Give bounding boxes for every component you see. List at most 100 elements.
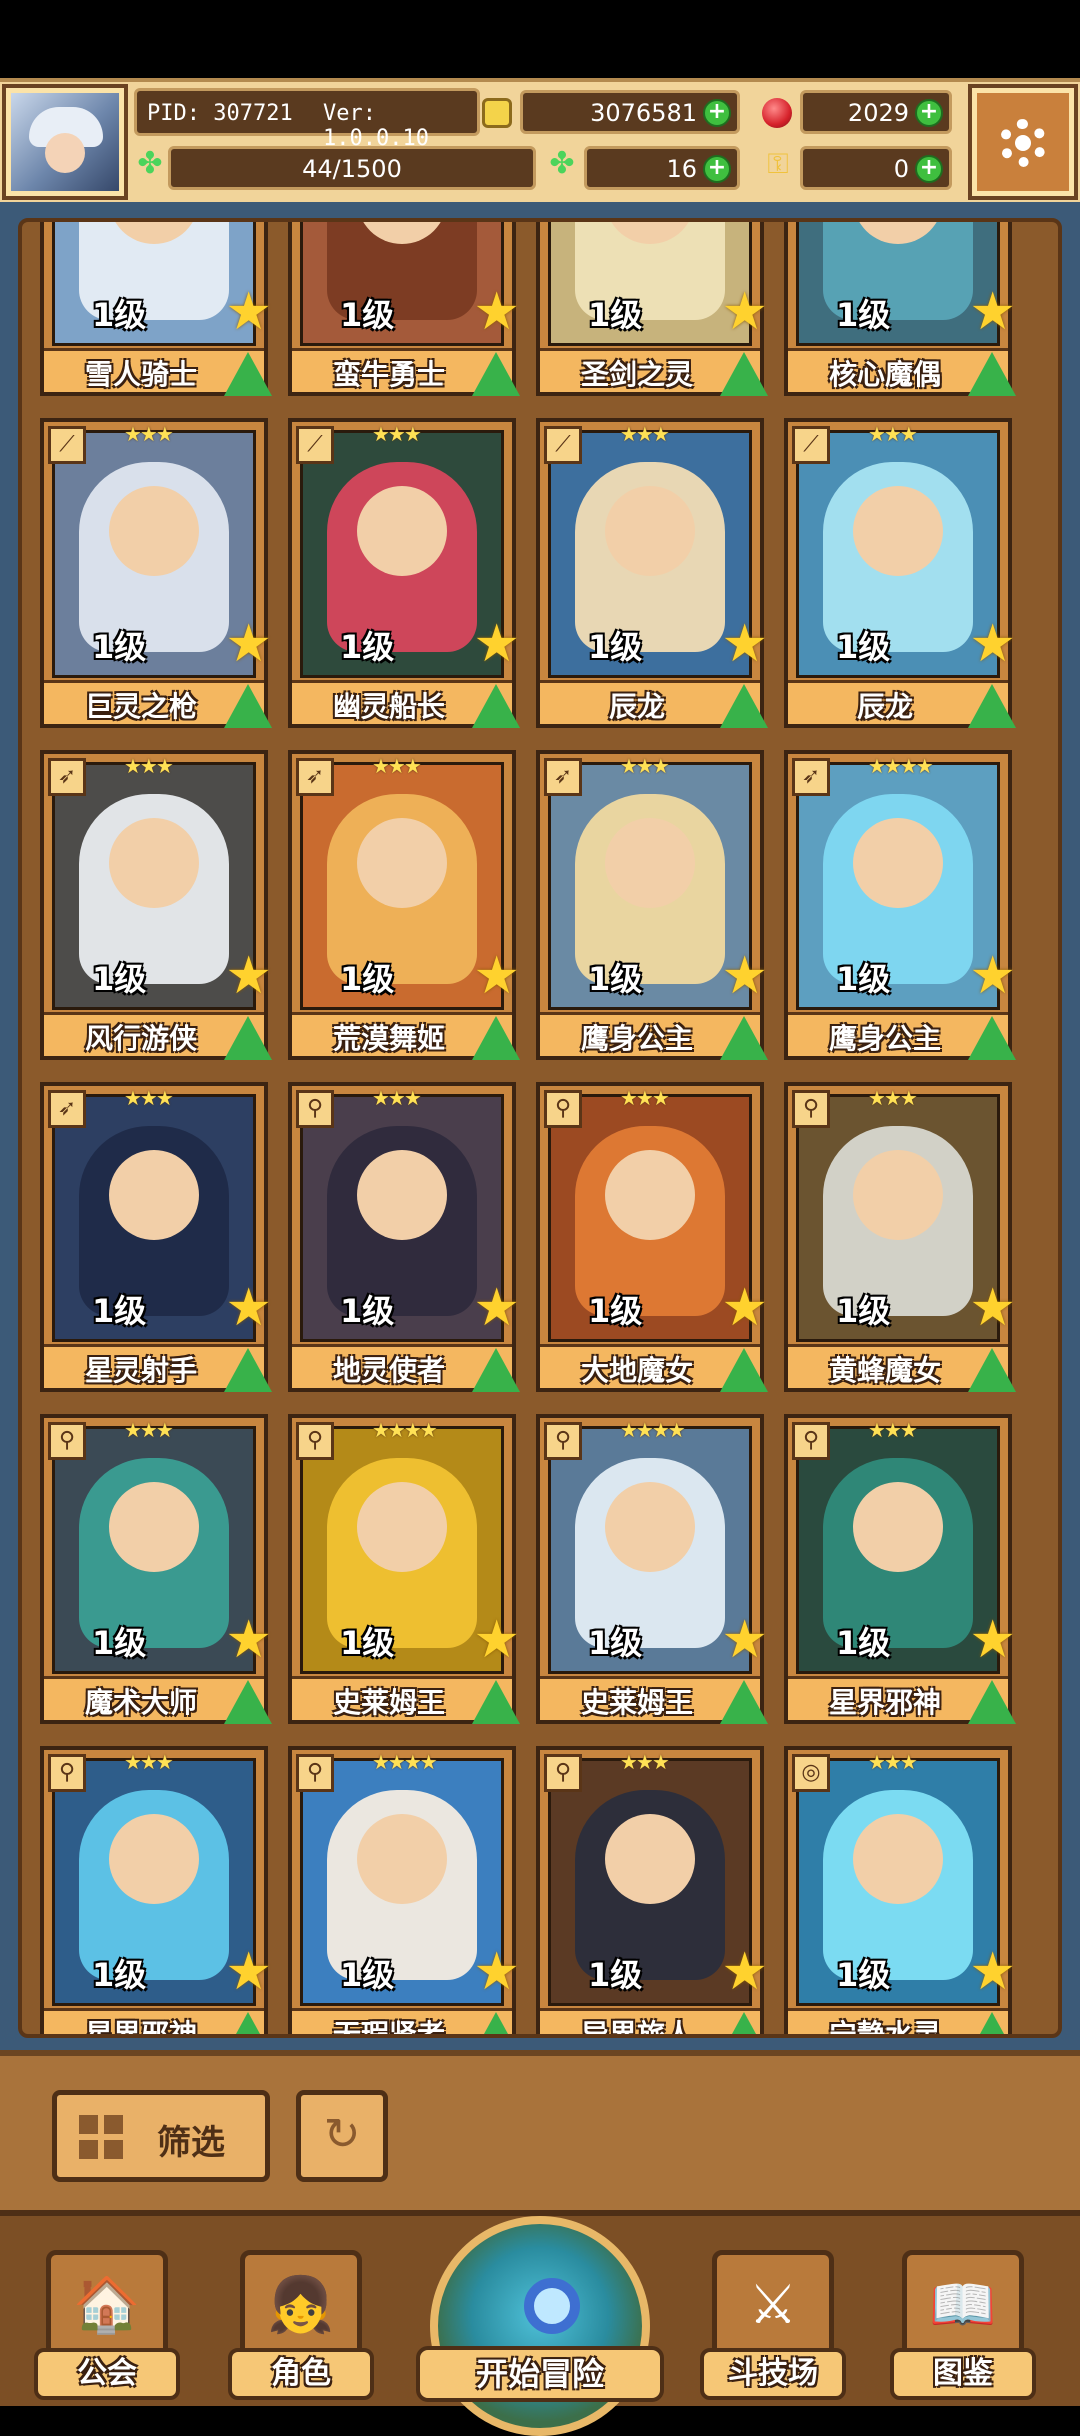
character-card[interactable]: ⚲ ★★★★ 1级 ★ 史莱姆王 (536, 1414, 768, 1724)
star-upgrade-icon[interactable]: ★ (721, 1282, 768, 1334)
star-upgrade-icon[interactable]: ★ (969, 1282, 1016, 1334)
crossed-swords-icon: ⚔ (712, 2250, 834, 2360)
level-up-icon[interactable] (720, 1348, 768, 1392)
clover-plus-button[interactable]: + (703, 155, 731, 183)
level-up-icon[interactable] (968, 352, 1016, 396)
character-card[interactable]: ➶ ★★★ 1级 ★ 风行游侠 (40, 750, 272, 1060)
character-card[interactable]: ➶ ★★★ 1级 ★ 荒漠舞姬 (288, 750, 520, 1060)
level-up-icon[interactable] (472, 2012, 520, 2034)
character-card[interactable]: ➶ ★★★★ 1级 ★ 鹰身公主 (784, 750, 1016, 1060)
level-up-icon[interactable] (720, 2012, 768, 2034)
level-up-icon[interactable] (224, 684, 272, 728)
star-upgrade-icon[interactable]: ★ (225, 1614, 272, 1666)
character-card[interactable]: ◎ ★★★ 1级 ★ 宁静水灵 (784, 1746, 1016, 2034)
player-avatar[interactable] (2, 84, 128, 200)
star-upgrade-icon[interactable]: ★ (721, 1946, 768, 1998)
star-upgrade-icon[interactable]: ★ (969, 950, 1016, 1002)
nav-arena-label: 斗技场 (700, 2348, 846, 2400)
star-upgrade-icon[interactable]: ★ (473, 1946, 520, 1998)
star-upgrade-icon[interactable]: ★ (473, 286, 520, 338)
refresh-button[interactable]: ↻ (296, 2090, 388, 2182)
portrait-face (605, 1814, 695, 1905)
rarity-stars: ★★★ (620, 1086, 670, 1110)
character-card[interactable]: ⟋ ★★★ 1级 ★ 辰龙 (784, 418, 1016, 728)
level-up-icon[interactable] (224, 2012, 272, 2034)
star-upgrade-icon[interactable]: ★ (721, 286, 768, 338)
character-name: 蛮牛勇士 (332, 358, 445, 391)
character-card[interactable]: ⚔★★★1级★蛮牛勇士 (288, 222, 520, 396)
character-card[interactable]: ⟋★★★1级★雪人骑士 (40, 222, 272, 396)
level-up-icon[interactable] (224, 1348, 272, 1392)
level-up-icon[interactable] (472, 684, 520, 728)
level-up-icon[interactable] (968, 684, 1016, 728)
character-card[interactable]: ⚲ ★★★★ 1级 ★ 史莱姆王 (288, 1414, 520, 1724)
level-up-icon[interactable] (472, 1348, 520, 1392)
refresh-icon: ↻ (323, 2109, 361, 2160)
star-upgrade-icon[interactable]: ★ (473, 618, 520, 670)
level-up-icon[interactable] (720, 1016, 768, 1060)
star-upgrade-icon[interactable]: ★ (721, 1614, 768, 1666)
exp-panel: 44/1500 (168, 146, 536, 190)
settings-button[interactable] (968, 84, 1078, 200)
star-upgrade-icon[interactable]: ★ (473, 1282, 520, 1334)
character-card[interactable]: ⚔★★★1级★圣剑之灵 (536, 222, 768, 396)
gold-plus-button[interactable]: + (703, 99, 731, 127)
nav-characters[interactable]: 👧 角色 (228, 2250, 374, 2400)
character-card[interactable]: ⚲ ★★★ 1级 ★ 异界旅人 (536, 1746, 768, 2034)
avatar-face (45, 133, 85, 173)
key-plus-button[interactable]: + (915, 155, 943, 183)
character-card[interactable]: ➶ ★★★ 1级 ★ 鹰身公主 (536, 750, 768, 1060)
star-upgrade-icon[interactable]: ★ (721, 618, 768, 670)
star-upgrade-icon[interactable]: ★ (969, 618, 1016, 670)
star-upgrade-icon[interactable]: ★ (225, 286, 272, 338)
star-upgrade-icon[interactable]: ★ (969, 1614, 1016, 1666)
star-upgrade-icon[interactable]: ★ (473, 950, 520, 1002)
nav-guild-label: 公会 (34, 2348, 180, 2400)
character-card[interactable]: ⚲ ★★★ 1级 ★ 魔术大师 (40, 1414, 272, 1724)
level-up-icon[interactable] (720, 1680, 768, 1724)
level-up-icon[interactable] (720, 684, 768, 728)
character-card[interactable]: ➶ ★★★ 1级 ★ 星灵射手 (40, 1082, 272, 1392)
character-card[interactable]: ⚲ ★★★★ 1级 ★ 无瑕贤者 (288, 1746, 520, 2034)
level-up-icon[interactable] (720, 352, 768, 396)
filter-button[interactable]: 筛选 (52, 2090, 270, 2182)
nav-codex[interactable]: 📖 图鉴 (890, 2250, 1036, 2400)
nav-guild[interactable]: 🏠 公会 (34, 2250, 180, 2400)
star-upgrade-icon[interactable]: ★ (225, 950, 272, 1002)
rarity-stars: ★★★ (124, 1086, 174, 1110)
character-card[interactable]: ⚲ ★★★ 1级 ★ 星界邪神 (784, 1414, 1016, 1724)
level-up-icon[interactable] (472, 352, 520, 396)
star-upgrade-icon[interactable]: ★ (721, 950, 768, 1002)
star-upgrade-icon[interactable]: ★ (473, 1614, 520, 1666)
rarity-stars: ★★★ (868, 1086, 918, 1110)
character-card[interactable]: ⚲ ★★★ 1级 ★ 地灵使者 (288, 1082, 520, 1392)
character-card[interactable]: ⟋ ★★★ 1级 ★ 辰龙 (536, 418, 768, 728)
rarity-stars: ★★★ (124, 1418, 174, 1442)
name-bar: 地灵使者 (292, 1344, 520, 1392)
level-up-icon[interactable] (224, 1016, 272, 1060)
character-card[interactable]: ⟋ ★★★ 1级 ★ 幽灵船长 (288, 418, 520, 728)
star-upgrade-icon[interactable]: ★ (969, 286, 1016, 338)
level-up-icon[interactable] (472, 1680, 520, 1724)
character-card[interactable]: ⚲★★★1级★核心魔偶 (784, 222, 1016, 396)
character-card[interactable]: ⚲ ★★★ 1级 ★ 大地魔女 (536, 1082, 768, 1392)
character-grid[interactable]: ⟋★★★1级★雪人骑士⚔★★★1级★蛮牛勇士⚔★★★1级★圣剑之灵⚲★★★1级★… (18, 218, 1062, 2038)
nav-adventure-label: 开始冒险 (416, 2346, 664, 2402)
star-upgrade-icon[interactable]: ★ (969, 1946, 1016, 1998)
star-upgrade-icon[interactable]: ★ (225, 1282, 272, 1334)
level-up-icon[interactable] (968, 2012, 1016, 2034)
nav-adventure[interactable]: 开始冒险 (416, 2216, 664, 2436)
character-card[interactable]: ⟋ ★★★ 1级 ★ 巨灵之枪 (40, 418, 272, 728)
star-upgrade-icon[interactable]: ★ (225, 1946, 272, 1998)
level-up-icon[interactable] (968, 1016, 1016, 1060)
level-up-icon[interactable] (968, 1680, 1016, 1724)
character-card[interactable]: ⚲ ★★★ 1级 ★ 星界邪神 (40, 1746, 272, 2034)
character-card[interactable]: ⚲ ★★★ 1级 ★ 黄蜂魔女 (784, 1082, 1016, 1392)
level-up-icon[interactable] (472, 1016, 520, 1060)
level-up-icon[interactable] (224, 352, 272, 396)
gem-plus-button[interactable]: + (915, 99, 943, 127)
star-upgrade-icon[interactable]: ★ (225, 618, 272, 670)
level-up-icon[interactable] (968, 1348, 1016, 1392)
level-up-icon[interactable] (224, 1680, 272, 1724)
nav-arena[interactable]: ⚔ 斗技场 (700, 2250, 846, 2400)
